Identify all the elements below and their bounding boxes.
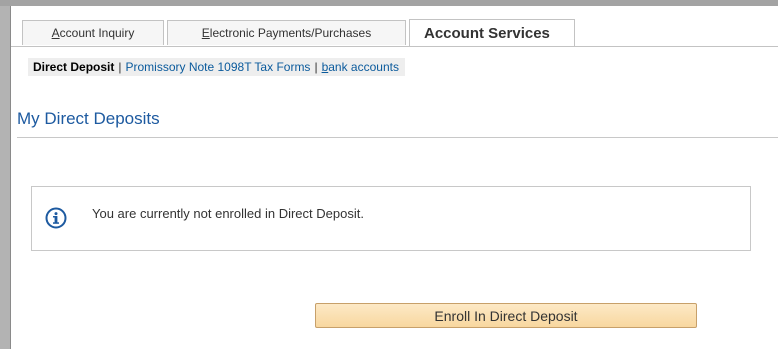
- tab-bar: Account Inquiry Electronic Payments/Purc…: [11, 19, 778, 47]
- subnav-separator: |: [314, 60, 318, 74]
- info-icon: [45, 207, 67, 229]
- subnav-current-direct-deposit: Direct Deposit: [33, 60, 115, 74]
- tab-electronic-payments-label: lectronic Payments/Purchases: [209, 26, 372, 40]
- subnav-separator: |: [118, 60, 122, 74]
- tab-electronic-payments[interactable]: Electronic Payments/Purchases: [167, 20, 406, 45]
- subnav-link-bank-accounts[interactable]: bank accounts: [322, 60, 399, 74]
- info-message-box: You are currently not enrolled in Direct…: [31, 186, 751, 251]
- sub-navigation: Direct Deposit | Promissory Note 1098T Tax…: [28, 58, 405, 76]
- main-content: Account Inquiry Electronic Payments/Purc…: [11, 6, 778, 349]
- page-title: My Direct Deposits: [17, 109, 160, 128]
- enroll-direct-deposit-button[interactable]: Enroll In Direct Deposit: [315, 303, 697, 328]
- tab-account-services-label: Account Services: [424, 24, 550, 42]
- info-message-text: You are currently not enrolled in Direct…: [92, 206, 364, 221]
- tab-account-services[interactable]: Account Services: [409, 19, 575, 46]
- tab-account-inquiry[interactable]: Account Inquiry: [22, 20, 164, 45]
- tab-electronic-payments-accesskey: E: [201, 26, 210, 40]
- window-left-frame: [0, 6, 10, 349]
- subnav-link-bank-accounts-label: ank accounts: [328, 60, 399, 74]
- title-divider: [17, 137, 778, 138]
- tab-account-inquiry-accesskey: A: [51, 26, 60, 40]
- subnav-link-promissory-note[interactable]: Promissory Note 1098T Tax Forms: [125, 60, 310, 74]
- tab-account-inquiry-label: ccount Inquiry: [59, 26, 135, 40]
